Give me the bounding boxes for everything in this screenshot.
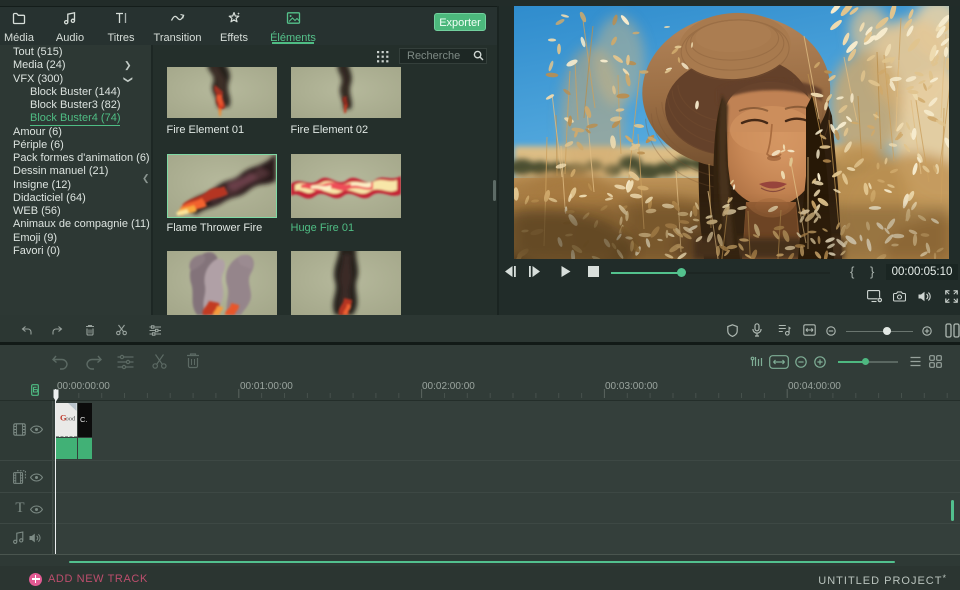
svg-text:ood: ood: [66, 416, 77, 423]
